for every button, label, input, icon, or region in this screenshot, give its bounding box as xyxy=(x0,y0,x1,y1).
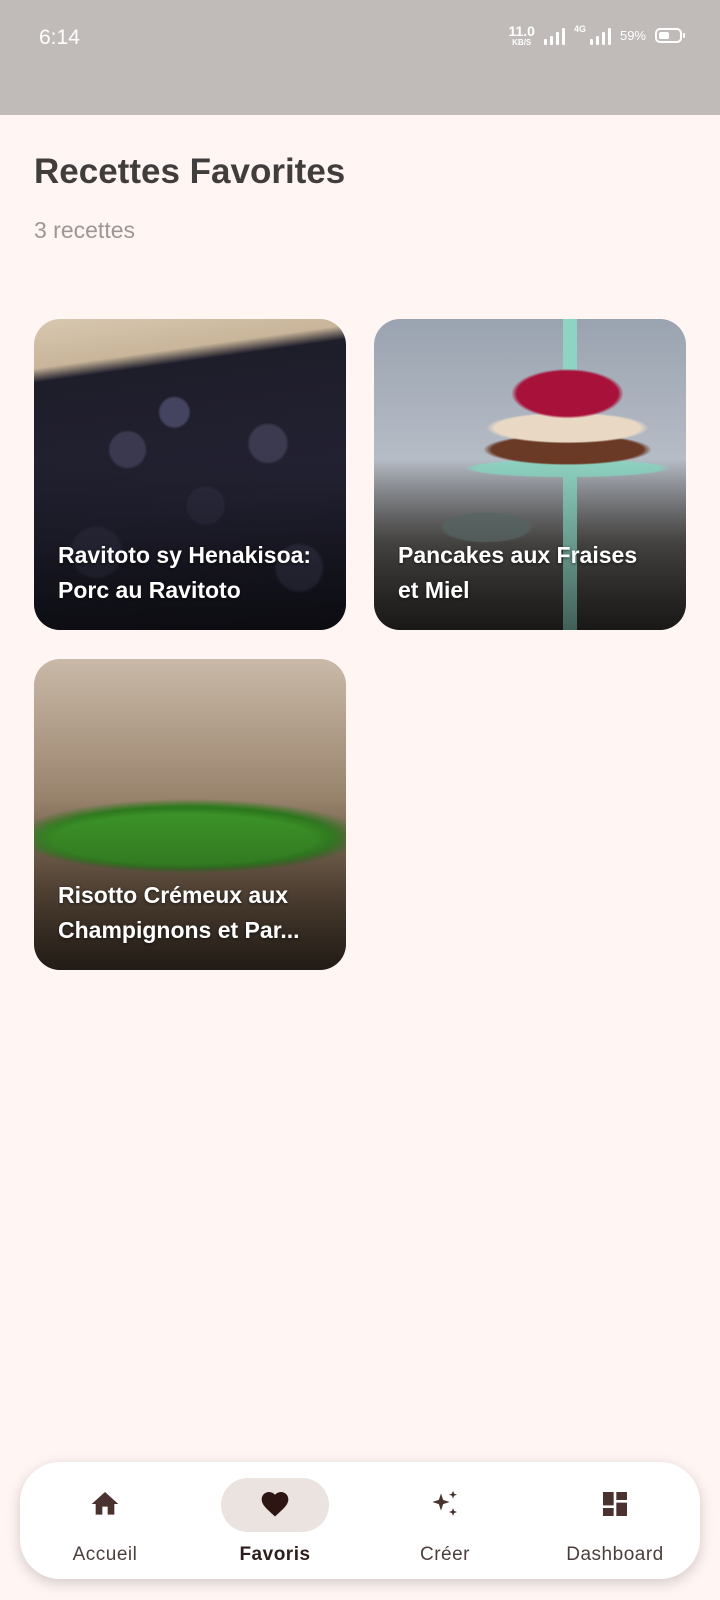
network-type: 4G xyxy=(573,24,586,34)
recipe-card-title: Ravitoto sy Henakisoa: Porc au Ravitoto xyxy=(58,542,312,603)
recipe-card-title: Pancakes aux Fraises et Miel xyxy=(398,542,638,603)
status-bar: 6:14 11.0 KB/S 4G 59% xyxy=(0,0,720,115)
recipe-card[interactable]: Ravitoto sy Henakisoa: Porc au Ravitoto xyxy=(34,319,346,630)
nav-label-accueil: Accueil xyxy=(72,1544,138,1565)
recipe-card-title: Risotto Crémeux aux Champignons et Par..… xyxy=(58,882,300,943)
battery-icon xyxy=(655,28,685,43)
network-speed-unit: KB/S xyxy=(512,38,532,47)
nav-label-dashboard: Dashboard xyxy=(566,1544,664,1565)
signal-icon xyxy=(589,27,611,45)
nav-label-favoris: Favoris xyxy=(239,1544,311,1565)
network-speed: 11.0 KB/S xyxy=(508,24,534,47)
recipe-card[interactable]: Pancakes aux Fraises et Miel xyxy=(374,319,686,630)
bottom-navigation: Accueil Favoris Créer Dashboard xyxy=(20,1462,700,1579)
home-icon xyxy=(91,1492,119,1515)
status-icons: 11.0 KB/S 4G 59% xyxy=(508,24,685,47)
sparkle-icon xyxy=(432,1490,457,1516)
nav-item-accueil[interactable]: Accueil xyxy=(30,1462,180,1579)
battery-percent: 59% xyxy=(619,28,646,43)
page-title: Recettes Favorites xyxy=(34,152,346,191)
recipe-card[interactable]: Risotto Crémeux aux Champignons et Par..… xyxy=(34,659,346,970)
recipe-count: 3 recettes xyxy=(34,217,135,243)
dashboard-icon xyxy=(603,1492,627,1516)
network-speed-value: 11.0 xyxy=(508,23,535,39)
heart-icon xyxy=(261,1492,289,1517)
nav-item-creer[interactable]: Créer xyxy=(370,1462,520,1579)
nav-item-favoris[interactable]: Favoris xyxy=(200,1462,350,1579)
nav-label-creer: Créer xyxy=(419,1544,470,1565)
status-time: 6:14 xyxy=(39,26,80,49)
signal-icon xyxy=(543,27,565,45)
nav-item-dashboard[interactable]: Dashboard xyxy=(540,1462,690,1579)
